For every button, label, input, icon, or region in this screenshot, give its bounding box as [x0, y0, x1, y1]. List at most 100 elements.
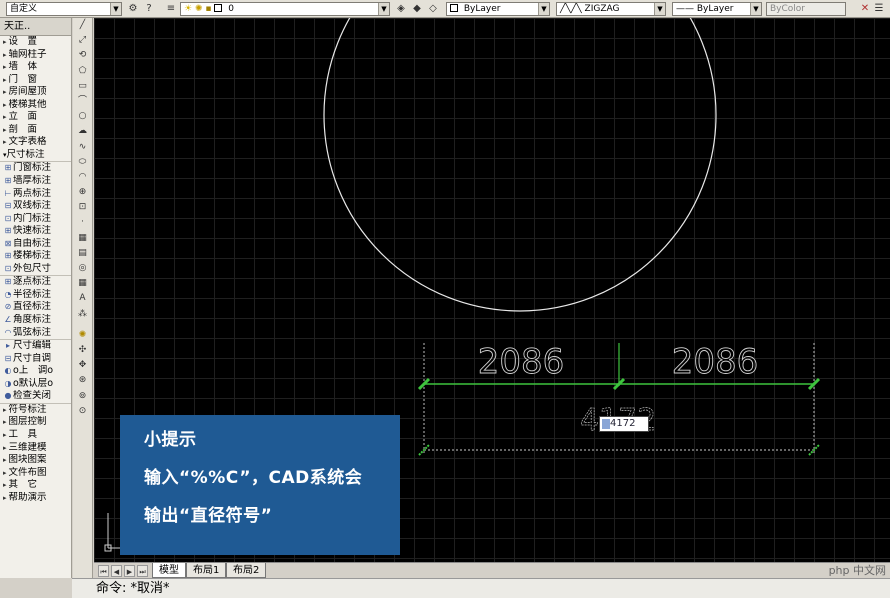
tab-model[interactable]: 模型: [152, 563, 186, 578]
polygon-icon[interactable]: ⬠: [73, 64, 92, 79]
multiline-text-icon[interactable]: A: [73, 291, 92, 306]
chevron-down-icon[interactable]: ▼: [538, 3, 549, 15]
layer-select[interactable]: ☀ ✺ ▪ 0 ▼: [180, 2, 390, 16]
zigzag-icon: ╱╲╱╲: [560, 4, 585, 14]
drawing-canvas[interactable]: 2086 2086 4172 小提示 输入“%%C”，CAD系统会 输出“直径符…: [94, 18, 890, 562]
menu-item-label: 尺寸自调: [13, 352, 52, 364]
help-icon[interactable]: ?: [142, 2, 156, 16]
tool-d-icon[interactable]: ⊚: [73, 389, 92, 404]
last-tab-icon[interactable]: ⏭: [137, 565, 148, 577]
menu-item-file-layout[interactable]: 文件布图: [0, 467, 71, 480]
menu-item-outer-dim[interactable]: ⊡ 外包尺寸: [0, 263, 71, 276]
menu-item-stair-dim[interactable]: ⊞ 楼梯标注: [0, 250, 71, 263]
polyline-icon[interactable]: ⟲: [73, 48, 92, 63]
menu-item-arc-chord-dim[interactable]: ◠ 弧弦标注: [0, 327, 71, 340]
ellipse-icon[interactable]: ⬭: [73, 155, 92, 170]
lightbulb-icon: ☀: [184, 4, 193, 14]
workspace-select[interactable]: 自定义 ▼: [6, 2, 122, 16]
menu-item-label: 检查关闭: [13, 390, 52, 402]
menu-item-room-roof[interactable]: 房间屋顶: [0, 86, 71, 99]
menu-item-wall-thickness-dim[interactable]: ⊞ 墙厚标注: [0, 175, 71, 188]
tab-layout-1[interactable]: 布局1: [186, 563, 227, 578]
menu-item-door-window[interactable]: 门 窗: [0, 74, 71, 87]
chevron-down-icon[interactable]: ▼: [654, 3, 665, 15]
menu-item-axis-column[interactable]: 轴网柱子: [0, 49, 71, 62]
menu-item-door-window-dim[interactable]: ⊞ 门窗标注: [0, 162, 71, 175]
menu-item-quick-dim[interactable]: ⊞ 快速标注: [0, 225, 71, 238]
command-line[interactable]: 命令: *取消*: [72, 578, 890, 598]
menu-item-check-close[interactable]: ● 检查关闭: [0, 390, 71, 403]
construction-line-icon[interactable]: ⤢: [73, 33, 92, 48]
menu-item-settings[interactable]: 设 置: [0, 36, 71, 49]
spline-icon[interactable]: ∿: [73, 140, 92, 155]
rectangle-icon[interactable]: ▭: [73, 79, 92, 94]
menu-item-adjust-up[interactable]: ◐ o上 调o: [0, 365, 71, 378]
menu-item-dim-auto-adjust[interactable]: ⊟ 尺寸自调: [0, 353, 71, 366]
make-block-icon[interactable]: ⊡: [73, 200, 92, 215]
menu-item-dimension[interactable]: ▾尺寸标注: [0, 149, 71, 162]
tool-e-icon[interactable]: ⊙: [73, 404, 92, 419]
chevron-down-icon[interactable]: ▼: [110, 3, 121, 15]
menu-item-two-point-dim[interactable]: ⊢ 两点标注: [0, 188, 71, 201]
tool-b-icon[interactable]: ✥: [73, 358, 92, 373]
circle-icon[interactable]: ○: [73, 109, 92, 124]
menu-item-elevation[interactable]: 立 面: [0, 111, 71, 124]
layer-iso-icon[interactable]: ◇: [426, 2, 440, 16]
gear-icon[interactable]: ⚙: [126, 2, 140, 16]
layer-state-icon[interactable]: ◆: [410, 2, 424, 16]
linetype-select[interactable]: ╱╲╱╲ ZIGZAG ▼: [556, 2, 666, 16]
arc-icon[interactable]: ⌒: [73, 94, 92, 109]
gradient-icon[interactable]: ▤: [73, 246, 92, 261]
chevron-down-icon[interactable]: ▼: [378, 3, 389, 15]
menu-item-stairs-other[interactable]: 楼梯其他: [0, 99, 71, 112]
circle-entity[interactable]: [323, 18, 717, 312]
menu-item-radius-dim[interactable]: ◔ 半径标注: [0, 289, 71, 302]
tool-c-icon[interactable]: ⊛: [73, 373, 92, 388]
menu-item-help-demo[interactable]: 帮助演示: [0, 492, 71, 505]
hatch-icon[interactable]: ▦: [73, 231, 92, 246]
table-icon[interactable]: ▦: [73, 276, 92, 291]
tab-layout-2[interactable]: 布局2: [226, 563, 267, 578]
layer-manager-icon[interactable]: ≡: [164, 2, 178, 16]
chevron-down-icon[interactable]: ▼: [750, 3, 761, 15]
region-icon[interactable]: ◎: [73, 261, 92, 276]
layer-previous-icon[interactable]: ◈: [394, 2, 408, 16]
menu-item-dimension-label: 尺寸标注: [6, 148, 45, 160]
point-icon[interactable]: ·: [73, 215, 92, 230]
menu-item-symbol-dim[interactable]: 符号标注: [0, 404, 71, 417]
menu-item-3d-model[interactable]: 三维建模: [0, 442, 71, 455]
menu-item-tools[interactable]: 工 具: [0, 429, 71, 442]
menu-item-label: 双线标注: [13, 200, 52, 212]
menu-item-default-layer[interactable]: ◑ o默认层o: [0, 378, 71, 391]
menu-item-other[interactable]: 其 它: [0, 479, 71, 492]
line-icon[interactable]: ╱: [73, 18, 92, 33]
revision-cloud-icon[interactable]: ☁: [73, 124, 92, 139]
menu-icon[interactable]: ☰: [872, 2, 886, 16]
bulb-icon[interactable]: ✺: [73, 328, 92, 343]
lineweight-select[interactable]: —— ByLayer ▼: [672, 2, 762, 16]
menu-item-wall[interactable]: 墙 体: [0, 61, 71, 74]
first-tab-icon[interactable]: ⏮: [98, 565, 109, 577]
next-tab-icon[interactable]: ▶: [124, 565, 135, 577]
add-selected-icon[interactable]: ⁂: [73, 307, 92, 322]
menu-item-free-dim[interactable]: ⊠ 自由标注: [0, 238, 71, 251]
menu-item-section[interactable]: 剖 面: [0, 124, 71, 137]
color-select[interactable]: ByLayer ▼: [446, 2, 550, 16]
menu-item-point-dim[interactable]: ⊞ 逐点标注: [0, 276, 71, 289]
menu-item-double-line-dim[interactable]: ⊟ 双线标注: [0, 200, 71, 213]
menu-item-diameter-dim[interactable]: ⊘ 直径标注: [0, 301, 71, 314]
insert-block-icon[interactable]: ⊕: [73, 185, 92, 200]
close-icon[interactable]: ✕: [858, 2, 872, 16]
menu-item-layer-control[interactable]: 图层控制: [0, 416, 71, 429]
menu-item-block-pattern[interactable]: 图块图案: [0, 454, 71, 467]
tool-a-icon[interactable]: ✣: [73, 343, 92, 358]
prev-tab-icon[interactable]: ◀: [111, 565, 122, 577]
menu-item-label: 尺寸编辑: [13, 340, 52, 352]
ellipse-arc-icon[interactable]: ◠: [73, 170, 92, 185]
dimension-text-input[interactable]: 4172: [599, 416, 649, 432]
menu-item-text-table[interactable]: 文字表格: [0, 136, 71, 149]
menu-item-dim-edit[interactable]: ▸ 尺寸编辑: [0, 340, 71, 353]
menu-item-inner-door-dim[interactable]: ⊡ 内门标注: [0, 213, 71, 226]
menu-item-angle-dim[interactable]: ∠角度标注: [0, 314, 71, 327]
text-selection-caret: [602, 419, 610, 429]
